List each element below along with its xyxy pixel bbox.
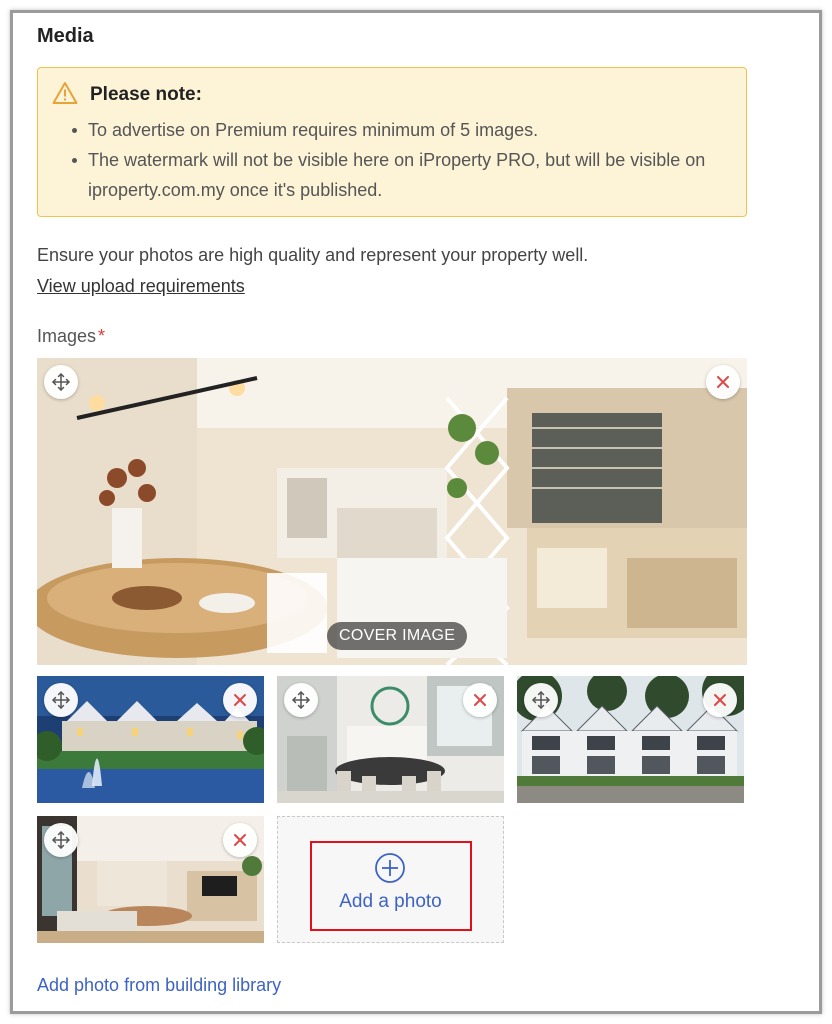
image-tile[interactable] <box>277 676 504 803</box>
move-image-button[interactable] <box>284 683 318 717</box>
section-title: Media <box>37 25 94 47</box>
cover-photo <box>37 358 747 665</box>
media-panel: Media Please note: To advertise on Premi… <box>10 10 822 1014</box>
add-from-building-library-link[interactable]: Add photo from building library <box>37 975 281 996</box>
view-upload-requirements-link[interactable]: View upload requirements <box>37 276 245 297</box>
image-tile[interactable] <box>517 676 744 803</box>
note-item: To advertise on Premium requires minimum… <box>70 115 730 145</box>
image-tile[interactable] <box>37 676 264 803</box>
move-icon <box>52 831 70 849</box>
move-icon <box>52 691 70 709</box>
required-marker: * <box>98 326 106 346</box>
move-image-button[interactable] <box>524 683 558 717</box>
move-icon <box>532 691 550 709</box>
images-label: Images * <box>37 326 105 347</box>
close-icon <box>474 694 486 706</box>
note-list: To advertise on Premium requires minimum… <box>70 115 730 205</box>
plus-circle-icon <box>375 853 405 883</box>
note-item: The watermark will not be visible here o… <box>70 145 730 205</box>
add-photo-label: Add a photo <box>339 891 442 912</box>
add-photo-tile[interactable]: Add a photo <box>277 816 504 943</box>
close-icon <box>234 834 246 846</box>
note-box: Please note: To advertise on Premium req… <box>37 67 747 217</box>
remove-image-button[interactable] <box>706 365 740 399</box>
move-icon <box>292 691 310 709</box>
remove-image-button[interactable] <box>463 683 497 717</box>
images-label-text: Images <box>37 326 97 346</box>
media-description: Ensure your photos are high quality and … <box>37 245 589 265</box>
close-icon <box>234 694 246 706</box>
move-image-button[interactable] <box>44 823 78 857</box>
cover-image-tile[interactable]: COVER IMAGE <box>37 358 747 665</box>
close-icon <box>714 694 726 706</box>
warning-icon <box>52 82 78 104</box>
move-icon <box>52 373 70 391</box>
cover-image-badge: COVER IMAGE <box>327 622 468 650</box>
remove-image-button[interactable] <box>223 683 257 717</box>
remove-image-button[interactable] <box>223 823 257 857</box>
move-image-button[interactable] <box>44 365 78 399</box>
note-title: Please note: <box>90 84 202 105</box>
remove-image-button[interactable] <box>703 683 737 717</box>
image-tile[interactable] <box>37 816 264 943</box>
move-image-button[interactable] <box>44 683 78 717</box>
close-icon <box>717 376 729 388</box>
